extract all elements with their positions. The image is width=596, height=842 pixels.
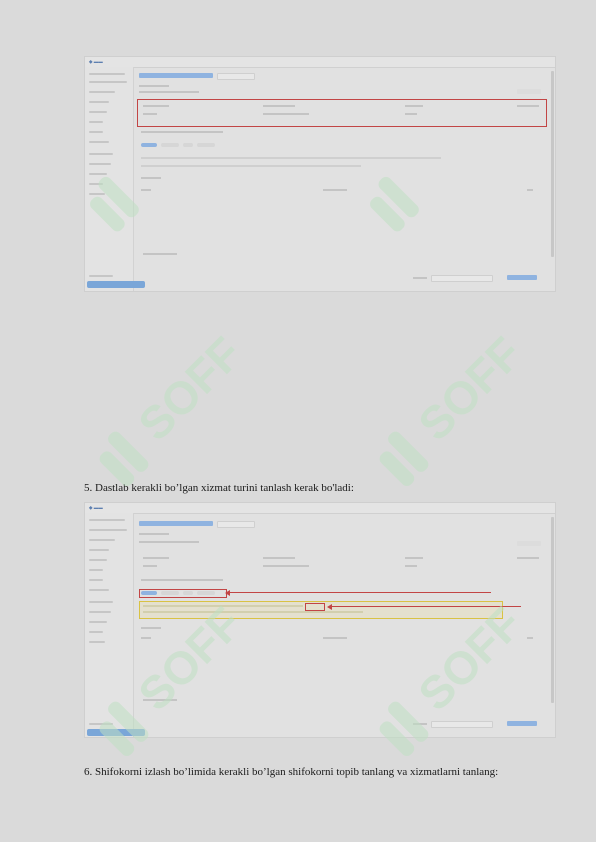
secondary-button[interactable] — [517, 541, 541, 546]
sidebar-item[interactable] — [89, 589, 109, 591]
watermark-logo: SOFF — [360, 600, 530, 770]
primary-button[interactable] — [507, 275, 537, 280]
watermark-logo-icon: SOFF — [379, 330, 530, 487]
watermark-logo: SOFF — [80, 600, 250, 770]
text-placeholder — [143, 253, 177, 255]
watermark-logo-icon: SOFF — [99, 600, 250, 757]
annotation-arrow-1 — [229, 592, 491, 594]
svg-text:SOFF: SOFF — [408, 330, 530, 450]
text-placeholder — [405, 565, 417, 567]
input-field[interactable] — [431, 275, 493, 282]
sidebar-item[interactable] — [89, 529, 127, 531]
text-placeholder — [139, 533, 169, 535]
watermark-logo — [350, 130, 470, 250]
tab-active[interactable] — [139, 521, 213, 526]
text-placeholder — [143, 113, 157, 115]
filter-chip[interactable] — [161, 591, 179, 595]
tab-active[interactable] — [139, 73, 213, 78]
watermark-logo-icon: SOFF — [99, 330, 250, 487]
watermark-logo-icon: SOFF — [379, 600, 530, 757]
text-placeholder — [143, 565, 157, 567]
sidebar-item[interactable] — [89, 579, 103, 581]
secondary-button[interactable] — [517, 89, 541, 94]
text-placeholder — [139, 91, 199, 93]
sidebar-item[interactable] — [89, 101, 109, 103]
highlight-box-red — [137, 99, 547, 127]
text-placeholder — [517, 557, 539, 559]
app-topbar: ◆ ▬▬ — [85, 503, 555, 514]
highlight-box-selected-service — [305, 603, 325, 611]
annotation-arrowhead-1 — [225, 590, 230, 596]
text-placeholder — [527, 189, 533, 191]
document-page: ◆ ▬▬ 5. Dastlab kerakli bo’lgan xizmat t… — [0, 0, 596, 842]
sidebar-item[interactable] — [89, 121, 103, 123]
text-placeholder — [139, 541, 199, 543]
app-content — [137, 69, 549, 285]
filter-chip[interactable] — [197, 143, 215, 147]
app-logo: ◆ ▬▬ — [89, 505, 103, 510]
scrollbar[interactable] — [551, 71, 554, 257]
watermark-logo-icon — [90, 176, 139, 232]
watermark-logo: SOFF — [80, 330, 250, 500]
text-placeholder — [263, 557, 295, 559]
annotation-arrowhead-2 — [327, 604, 332, 610]
text-placeholder — [143, 557, 169, 559]
text-placeholder — [405, 113, 417, 115]
sidebar-item[interactable] — [89, 549, 109, 551]
sidebar-item[interactable] — [89, 73, 125, 75]
filter-chip[interactable] — [197, 591, 215, 595]
text-placeholder — [263, 105, 295, 107]
sidebar-item[interactable] — [89, 91, 115, 93]
svg-text:SOFF: SOFF — [408, 600, 530, 720]
sidebar-item[interactable] — [89, 519, 125, 521]
text-placeholder — [323, 637, 347, 639]
watermark-logo-icon — [370, 176, 419, 232]
text-placeholder — [405, 557, 423, 559]
text-placeholder — [517, 105, 539, 107]
tab[interactable] — [217, 73, 255, 80]
text-placeholder — [143, 105, 169, 107]
scrollbar[interactable] — [551, 517, 554, 703]
sidebar-item[interactable] — [89, 275, 113, 277]
text-placeholder — [323, 189, 347, 191]
section-title — [141, 579, 223, 581]
filter-chip-active[interactable] — [141, 591, 157, 595]
text-placeholder — [405, 105, 423, 107]
text-placeholder — [263, 113, 309, 115]
watermark-logo: SOFF — [360, 330, 530, 500]
app-topbar: ◆ ▬▬ — [85, 57, 555, 68]
sidebar-item[interactable] — [89, 569, 103, 571]
watermark-logo — [70, 130, 190, 250]
text-placeholder — [413, 277, 427, 279]
sidebar-item[interactable] — [89, 81, 127, 83]
svg-text:SOFF: SOFF — [128, 330, 250, 450]
sidebar-item[interactable] — [89, 539, 115, 541]
sidebar-item[interactable] — [89, 559, 107, 561]
sidebar-item[interactable] — [89, 111, 107, 113]
app-logo: ◆ ▬▬ — [89, 59, 103, 64]
svg-text:SOFF: SOFF — [128, 600, 250, 720]
text-placeholder — [139, 85, 169, 87]
filter-chip[interactable] — [183, 591, 193, 595]
tab[interactable] — [217, 521, 255, 528]
text-placeholder — [263, 565, 309, 567]
